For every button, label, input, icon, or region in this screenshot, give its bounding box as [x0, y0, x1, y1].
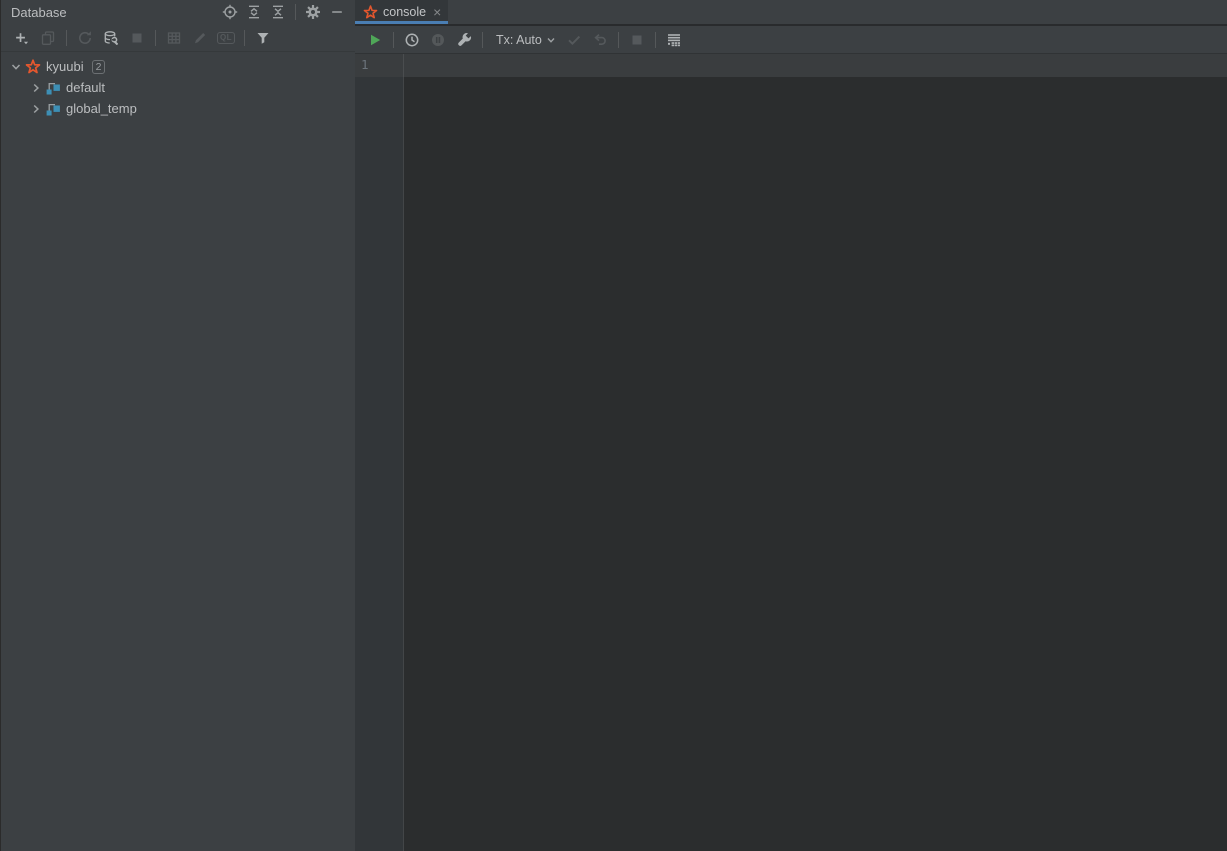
chevron-right-icon[interactable]	[27, 101, 44, 117]
editor-body	[355, 77, 1227, 851]
toolbar-separator	[654, 31, 656, 48]
database-tree: kyuubi 2 default global_temp	[1, 52, 355, 851]
editor-area: console × Tx: Auto 1	[355, 0, 1227, 851]
output-options-icon[interactable]	[661, 28, 687, 52]
tree-row-global-temp[interactable]: global_temp	[1, 98, 355, 119]
filter-icon[interactable]	[250, 27, 276, 49]
add-icon[interactable]	[9, 27, 35, 49]
toolbar-separator	[482, 31, 483, 48]
toolbar-separator	[155, 29, 156, 46]
editor-gutter	[355, 77, 404, 851]
panel-title: Database	[11, 4, 67, 20]
gear-icon[interactable]	[301, 1, 325, 23]
schema-icon	[44, 101, 61, 117]
code-input-area[interactable]	[404, 77, 1227, 851]
history-clock-icon[interactable]	[399, 28, 425, 52]
table-icon[interactable]	[161, 27, 187, 49]
expand-all-icon[interactable]	[242, 1, 266, 23]
tree-item-label: default	[66, 80, 106, 95]
pause-icon[interactable]	[425, 28, 451, 52]
line-number: 1	[355, 54, 404, 77]
tree-row-default[interactable]: default	[1, 77, 355, 98]
kyuubi-star-icon	[24, 58, 41, 75]
schema-count-badge: 2	[91, 59, 106, 74]
tree-item-label: global_temp	[66, 101, 137, 116]
toolbar-separator	[617, 31, 619, 48]
tree-row-kyuubi[interactable]: kyuubi 2	[1, 56, 355, 77]
chevron-down-icon	[547, 37, 555, 43]
tree-item-label: kyuubi	[46, 59, 84, 74]
run-icon[interactable]	[362, 28, 388, 52]
refresh-icon[interactable]	[72, 27, 98, 49]
edit-icon[interactable]	[187, 27, 213, 49]
editor-tab-bar: console ×	[355, 0, 1227, 26]
sql-editor: 1	[355, 54, 1227, 851]
tab-label: console	[383, 5, 427, 19]
kyuubi-star-icon	[363, 4, 378, 20]
collapse-all-icon[interactable]	[266, 1, 290, 23]
stop-icon[interactable]	[624, 28, 650, 52]
tx-mode-dropdown[interactable]: Tx: Auto	[496, 33, 557, 47]
duplicate-icon[interactable]	[35, 27, 61, 49]
rollback-icon[interactable]	[587, 28, 613, 52]
tab-console[interactable]: console ×	[355, 0, 449, 24]
toolbar-separator	[393, 31, 394, 48]
database-toolbar: QL	[1, 24, 355, 52]
locate-icon[interactable]	[218, 1, 242, 23]
hide-panel-icon[interactable]	[325, 1, 349, 23]
current-line-highlight: 1	[355, 54, 1227, 77]
toolbar-separator	[244, 29, 245, 46]
database-panel-header: Database	[1, 0, 355, 24]
console-toolbar: Tx: Auto	[355, 26, 1227, 54]
schema-icon	[44, 80, 61, 96]
code-input-area[interactable]	[404, 54, 1227, 77]
tx-mode-label: Tx: Auto	[496, 32, 542, 47]
chevron-right-icon[interactable]	[27, 80, 44, 96]
stop-icon[interactable]	[124, 27, 150, 49]
close-icon[interactable]: ×	[433, 5, 441, 19]
datasource-properties-icon[interactable]	[98, 27, 124, 49]
chevron-down-icon[interactable]	[7, 59, 24, 75]
header-separator	[295, 4, 296, 20]
ql-console-icon[interactable]: QL	[213, 27, 239, 49]
ql-badge-label: QL	[216, 31, 236, 44]
commit-check-icon[interactable]	[561, 28, 587, 52]
database-tool-window: Database QL kyuubi 2 default global_temp	[0, 0, 355, 851]
toolbar-separator	[66, 29, 67, 46]
wrench-icon[interactable]	[451, 28, 477, 52]
